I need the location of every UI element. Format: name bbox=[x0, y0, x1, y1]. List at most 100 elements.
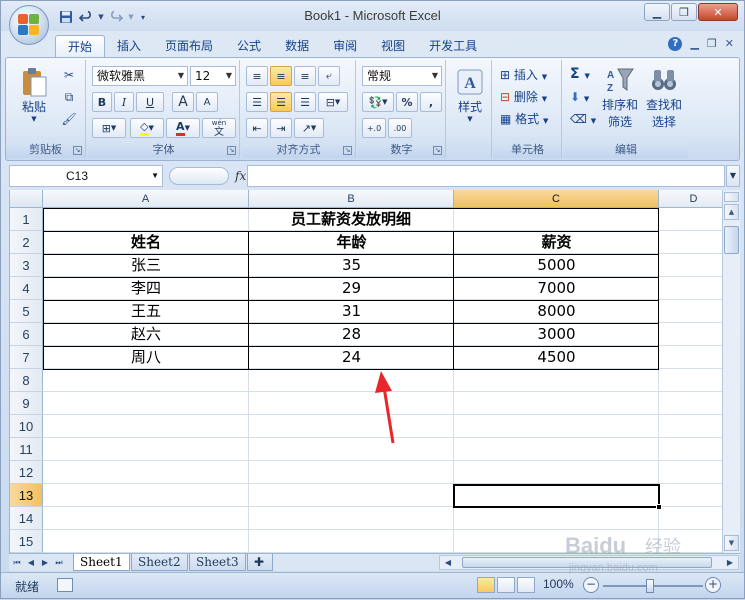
page-layout-view-icon[interactable] bbox=[497, 577, 515, 593]
sort-filter-button[interactable]: AZ 排序和 筛选 bbox=[600, 64, 640, 130]
zoom-in-icon[interactable]: + bbox=[705, 577, 721, 593]
cut-icon[interactable]: ✂ bbox=[60, 66, 78, 84]
tab-formulas[interactable]: 公式 bbox=[225, 35, 273, 57]
ribbon-close-icon[interactable]: ✕ bbox=[725, 37, 734, 51]
orientation-button[interactable]: ⤶ bbox=[318, 66, 340, 86]
decrease-indent-button[interactable]: ⇤ bbox=[246, 118, 268, 138]
percent-button[interactable]: % bbox=[396, 92, 418, 112]
italic-button[interactable]: I bbox=[114, 92, 134, 112]
underline-button[interactable]: U bbox=[136, 92, 164, 112]
row-header-13[interactable]: 13 bbox=[10, 484, 43, 507]
table-cell[interactable]: 赵六 bbox=[43, 323, 249, 346]
scroll-right-icon[interactable]: ▶ bbox=[724, 556, 736, 569]
zoom-out-icon[interactable]: − bbox=[583, 577, 599, 593]
styles-button[interactable]: A 样式 ▼ bbox=[452, 66, 488, 123]
number-launcher-icon[interactable]: ↘ bbox=[433, 146, 442, 155]
insert-sheet-button[interactable]: ✚ bbox=[247, 554, 273, 571]
table-cell[interactable]: 王五 bbox=[43, 300, 249, 323]
column-header-c[interactable]: C bbox=[454, 190, 659, 208]
last-sheet-icon[interactable]: ⏭ bbox=[53, 556, 65, 569]
vertical-scroll-thumb[interactable] bbox=[724, 226, 739, 254]
grow-font-button[interactable]: A bbox=[172, 92, 194, 112]
vertical-scrollbar[interactable]: ▲ ▼ bbox=[722, 190, 740, 553]
sheet-tab-1[interactable]: Sheet1 bbox=[73, 554, 130, 571]
tab-view[interactable]: 视图 bbox=[369, 35, 417, 57]
row-header-15[interactable]: 15 bbox=[10, 530, 43, 553]
active-cell-c13[interactable] bbox=[453, 484, 662, 510]
ribbon-minimize-icon[interactable]: ▁ bbox=[690, 37, 698, 51]
restore-button[interactable]: ❐ bbox=[671, 3, 697, 21]
select-all-corner[interactable] bbox=[10, 190, 43, 208]
row-header-1[interactable]: 1 bbox=[10, 208, 43, 231]
next-sheet-icon[interactable]: ▶ bbox=[39, 556, 51, 569]
scroll-down-icon[interactable]: ▼ bbox=[724, 535, 739, 551]
table-cell[interactable]: 周八 bbox=[43, 346, 249, 369]
row-header-12[interactable]: 12 bbox=[10, 461, 43, 484]
phonetic-button[interactable]: wén 文 bbox=[202, 118, 236, 138]
expand-formula-bar-icon[interactable]: ▼ bbox=[726, 165, 740, 187]
format-cells-button[interactable]: ▦ 格式 ▼ bbox=[500, 110, 548, 127]
row-header-4[interactable]: 4 bbox=[10, 277, 43, 300]
table-cell[interactable]: 4500 bbox=[454, 346, 659, 369]
align-center-button[interactable]: ☰ bbox=[270, 92, 292, 112]
row-header-11[interactable]: 11 bbox=[10, 438, 43, 461]
minimize-button[interactable]: ▁ bbox=[644, 3, 670, 21]
tab-home[interactable]: 开始 bbox=[55, 35, 106, 57]
column-header-a[interactable]: A bbox=[43, 190, 249, 208]
tab-data[interactable]: 数据 bbox=[273, 35, 321, 57]
shrink-font-button[interactable]: A bbox=[196, 92, 218, 112]
text-direction-button[interactable]: ↗ ▼ bbox=[294, 118, 324, 138]
font-color-button[interactable]: A ▼ bbox=[166, 118, 200, 138]
close-button[interactable]: ✕ bbox=[698, 3, 738, 21]
fill-handle[interactable] bbox=[656, 504, 662, 510]
copy-icon[interactable]: ⧉ bbox=[60, 88, 78, 106]
ribbon-restore-icon[interactable]: ❐ bbox=[707, 37, 717, 51]
find-select-button[interactable]: 查找和 选择 bbox=[644, 64, 684, 130]
table-cell[interactable]: 31 bbox=[249, 300, 454, 323]
clipboard-launcher-icon[interactable]: ↘ bbox=[73, 146, 82, 155]
clear-button[interactable]: ⌫ ▼ bbox=[570, 112, 596, 126]
autosum-button[interactable]: Σ ▼ bbox=[570, 66, 590, 82]
scroll-up-icon[interactable]: ▲ bbox=[724, 204, 739, 220]
merge-center-button[interactable]: ⊟ ▼ bbox=[318, 92, 348, 112]
sheet-tab-2[interactable]: Sheet2 bbox=[131, 554, 188, 571]
row-header-6[interactable]: 6 bbox=[10, 323, 43, 346]
align-bottom-button[interactable]: ≡ bbox=[294, 66, 316, 86]
row-header-8[interactable]: 8 bbox=[10, 369, 43, 392]
align-top-button[interactable]: ≡ bbox=[246, 66, 268, 86]
row-header-2[interactable]: 2 bbox=[10, 231, 43, 254]
align-left-button[interactable]: ☰ bbox=[246, 92, 268, 112]
prev-sheet-icon[interactable]: ◀ bbox=[25, 556, 37, 569]
decrease-decimal-button[interactable]: .00 bbox=[388, 118, 412, 138]
macro-record-icon[interactable] bbox=[57, 578, 73, 592]
worksheet-grid[interactable]: A B C D 1 2 3 4 5 6 7 8 9 10 11 12 13 14 15 员工薪资发放明细 姓… bbox=[9, 190, 722, 553]
column-header-b[interactable]: B bbox=[249, 190, 454, 208]
insert-function-button[interactable]: fx bbox=[235, 169, 246, 183]
row-header-7[interactable]: 7 bbox=[10, 346, 43, 369]
table-cell[interactable]: 28 bbox=[249, 323, 454, 346]
table-cell[interactable]: 8000 bbox=[454, 300, 659, 323]
currency-button[interactable]: 💱 ▼ bbox=[362, 92, 394, 112]
name-box[interactable]: C13 ▼ bbox=[9, 165, 163, 187]
column-header-d[interactable]: D bbox=[659, 190, 722, 208]
tab-page-layout[interactable]: 页面布局 bbox=[153, 35, 225, 57]
table-cell[interactable]: 24 bbox=[249, 346, 454, 369]
row-header-9[interactable]: 9 bbox=[10, 392, 43, 415]
table-cell[interactable]: 李四 bbox=[43, 277, 249, 300]
header-salary[interactable]: 薪资 bbox=[454, 231, 659, 254]
format-painter-icon[interactable]: 🖌 bbox=[60, 110, 78, 128]
increase-decimal-button[interactable]: +.0 bbox=[362, 118, 386, 138]
table-cell[interactable]: 5000 bbox=[454, 254, 659, 277]
font-launcher-icon[interactable]: ↘ bbox=[227, 146, 236, 155]
comma-button[interactable]: , bbox=[420, 92, 442, 112]
formula-cancel-enter[interactable] bbox=[169, 167, 229, 185]
delete-cells-button[interactable]: ⊟ 删除 ▼ bbox=[500, 88, 547, 105]
bold-button[interactable]: B bbox=[92, 92, 112, 112]
alignment-launcher-icon[interactable]: ↘ bbox=[343, 146, 352, 155]
table-cell[interactable]: 7000 bbox=[454, 277, 659, 300]
scroll-left-icon[interactable]: ◀ bbox=[442, 556, 454, 569]
row-header-10[interactable]: 10 bbox=[10, 415, 43, 438]
zoom-slider-thumb[interactable] bbox=[646, 579, 654, 593]
office-button[interactable] bbox=[9, 5, 49, 45]
sheet-tab-3[interactable]: Sheet3 bbox=[189, 554, 246, 571]
